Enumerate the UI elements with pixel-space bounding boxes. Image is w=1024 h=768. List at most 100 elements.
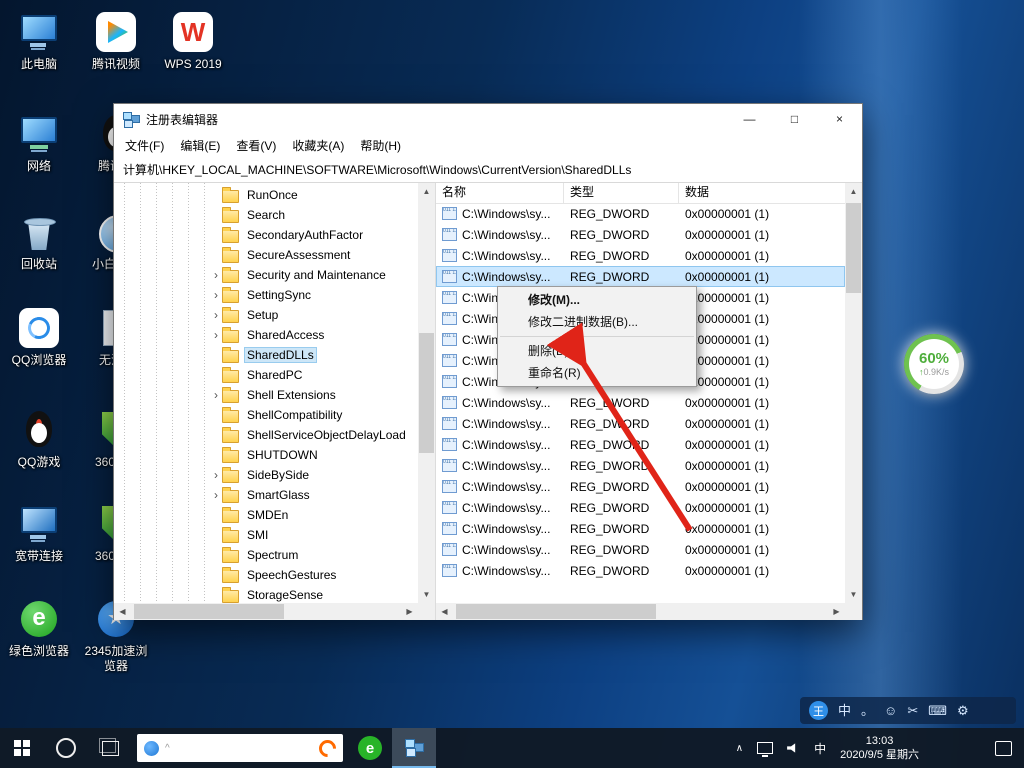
registry-value-row[interactable]: C:\Windows\sy...REG_DWORD0x00000001 (1) (436, 392, 845, 413)
expand-chevron-icon[interactable]: › (210, 388, 222, 402)
tree-item[interactable]: StorageSense (114, 585, 418, 603)
expand-chevron-icon[interactable]: › (210, 288, 222, 302)
scroll-up-icon[interactable]: ▲ (418, 183, 435, 200)
title-bar[interactable]: 注册表编辑器 — □ × (114, 104, 862, 134)
tree-item[interactable]: ShellCompatibility (114, 405, 418, 425)
address-bar[interactable]: 计算机\HKEY_LOCAL_MACHINE\SOFTWARE\Microsof… (114, 158, 862, 183)
ime-logo-icon[interactable]: 王 (809, 701, 828, 720)
tree-item[interactable]: SMI (114, 525, 418, 545)
regedit-taskbar-button[interactable] (392, 728, 436, 768)
context-menu-item[interactable]: 重命名(R) (498, 362, 696, 384)
list-vertical-scrollbar[interactable]: ▲ ▼ (845, 183, 862, 603)
desktop-icon[interactable]: QQ浏览器 (2, 306, 76, 368)
registry-value-row[interactable]: C:\Windows\sy...REG_DWORD0x00000001 (1) (436, 413, 845, 434)
tree-item[interactable]: SecondaryAuthFactor (114, 225, 418, 245)
tree-item[interactable]: Spectrum (114, 545, 418, 565)
scroll-down-icon[interactable]: ▼ (418, 586, 435, 603)
registry-value-row[interactable]: C:\Windows\sy...REG_DWORD0x00000001 (1) (436, 434, 845, 455)
list-vscroll-thumb[interactable] (846, 203, 861, 293)
action-center-icon[interactable] (995, 741, 1012, 756)
tree-item[interactable]: ›Shell Extensions (114, 385, 418, 405)
taskbar-clock[interactable]: 13:03 2020/9/5 星期六 (840, 734, 919, 762)
column-header[interactable]: 类型 (564, 183, 679, 203)
ime-tool-icon[interactable]: ☺ (884, 697, 897, 724)
list-horizontal-scrollbar[interactable]: ◀ ▶ (436, 603, 845, 620)
tree-item[interactable]: RunOnce (114, 185, 418, 205)
scroll-left-icon[interactable]: ◀ (114, 603, 131, 620)
desktop-icon[interactable]: 腾讯视频 (79, 10, 153, 72)
desktop-icon[interactable]: 宽带连接 (2, 502, 76, 564)
context-menu-item[interactable]: 修改(M)... (498, 289, 696, 311)
context-menu-item[interactable]: 删除(D) (498, 340, 696, 362)
tree-item[interactable]: ›Setup (114, 305, 418, 325)
menu-item[interactable]: 查看(V) (228, 134, 284, 158)
column-header[interactable]: 数据 (679, 183, 845, 203)
scroll-down-icon[interactable]: ▼ (845, 586, 862, 603)
tree-horizontal-scrollbar[interactable]: ◀ ▶ (114, 603, 418, 620)
menu-item[interactable]: 收藏夹(A) (284, 134, 352, 158)
registry-value-row[interactable]: C:\Windows\sy...REG_DWORD0x00000001 (1) (436, 476, 845, 497)
column-header[interactable]: 名称 (436, 183, 564, 203)
tree-item[interactable]: SharedPC (114, 365, 418, 385)
ime-tool-icon[interactable]: ✂ (907, 697, 918, 724)
tray-expand-icon[interactable]: ∧ (736, 743, 743, 754)
volume-icon[interactable] (787, 743, 800, 754)
tree-hscroll-thumb[interactable] (134, 604, 284, 619)
desktop-icon[interactable]: 此电脑 (2, 10, 76, 72)
registry-value-row[interactable]: C:\Windows\sy...REG_DWORD0x00000001 (1) (436, 455, 845, 476)
start-button[interactable] (0, 728, 44, 768)
tree-item[interactable]: ›Security and Maintenance (114, 265, 418, 285)
maximize-button[interactable]: □ (772, 104, 817, 134)
tree-vertical-scrollbar[interactable]: ▲ ▼ (418, 183, 435, 603)
input-method-indicator[interactable]: 中 (814, 740, 826, 757)
registry-value-row[interactable]: C:\Windows\sy...REG_DWORD0x00000001 (1) (436, 203, 845, 224)
tree-vscroll-thumb[interactable] (419, 333, 434, 453)
minimize-button[interactable]: — (727, 104, 772, 134)
expand-chevron-icon[interactable]: › (210, 468, 222, 482)
tree-item[interactable]: ›SharedAccess (114, 325, 418, 345)
speed-gauge[interactable]: 60% ↑0.9K/s (904, 334, 964, 394)
desktop-icon[interactable]: 网络 (2, 112, 76, 174)
task-view-button[interactable] (88, 728, 132, 768)
desktop-icon[interactable]: QQ游戏 (2, 408, 76, 470)
close-button[interactable]: × (817, 104, 862, 134)
expand-chevron-icon[interactable]: › (210, 268, 222, 282)
ime-tool-icon[interactable]: ⚙ (957, 697, 969, 724)
expand-chevron-icon[interactable]: › (210, 308, 222, 322)
tree-item[interactable]: ›SmartGlass (114, 485, 418, 505)
network-tray-icon[interactable] (757, 742, 773, 754)
menu-item[interactable]: 文件(F) (117, 134, 172, 158)
desktop-icon[interactable]: 绿色浏览器 (2, 597, 76, 659)
ime-tool-icon[interactable]: 中 (838, 697, 851, 724)
tree-item[interactable]: ›SettingSync (114, 285, 418, 305)
scroll-up-icon[interactable]: ▲ (845, 183, 862, 200)
tree-item[interactable]: Search (114, 205, 418, 225)
tree-item[interactable]: ShellServiceObjectDelayLoad (114, 425, 418, 445)
registry-value-row[interactable]: C:\Windows\sy...REG_DWORD0x00000001 (1) (436, 497, 845, 518)
cortana-button[interactable] (44, 728, 88, 768)
tree-item[interactable]: SecureAssessment (114, 245, 418, 265)
desktop-icon[interactable]: WPS 2019 (156, 10, 230, 72)
menu-item[interactable]: 帮助(H) (352, 134, 409, 158)
green-browser-taskbar-button[interactable]: e (348, 728, 392, 768)
desktop-icon[interactable]: 回收站 (2, 210, 76, 272)
tree-item[interactable]: SpeechGestures (114, 565, 418, 585)
expand-chevron-icon[interactable]: › (210, 328, 222, 342)
taskbar-search-box[interactable]: ^ (137, 734, 343, 762)
registry-value-row[interactable]: C:\Windows\sy...REG_DWORD0x00000001 (1) (436, 245, 845, 266)
list-hscroll-thumb[interactable] (456, 604, 656, 619)
ime-tool-icon[interactable]: ⌨ (928, 697, 947, 724)
tree-item[interactable]: SMDEn (114, 505, 418, 525)
context-menu-item[interactable]: 修改二进制数据(B)... (498, 311, 696, 333)
scroll-right-icon[interactable]: ▶ (401, 603, 418, 620)
menu-item[interactable]: 编辑(E) (172, 134, 228, 158)
registry-value-row[interactable]: C:\Windows\sy...REG_DWORD0x00000001 (1) (436, 224, 845, 245)
tree-item[interactable]: SHUTDOWN (114, 445, 418, 465)
expand-chevron-icon[interactable]: › (210, 488, 222, 502)
registry-value-row[interactable]: C:\Windows\sy...REG_DWORD0x00000001 (1) (436, 539, 845, 560)
scroll-right-icon[interactable]: ▶ (828, 603, 845, 620)
registry-value-row[interactable]: C:\Windows\sy...REG_DWORD0x00000001 (1) (436, 266, 845, 287)
registry-value-row[interactable]: C:\Windows\sy...REG_DWORD0x00000001 (1) (436, 518, 845, 539)
ime-tool-icon[interactable]: 。 (861, 697, 874, 724)
tree-item[interactable]: SharedDLLs (114, 345, 418, 365)
